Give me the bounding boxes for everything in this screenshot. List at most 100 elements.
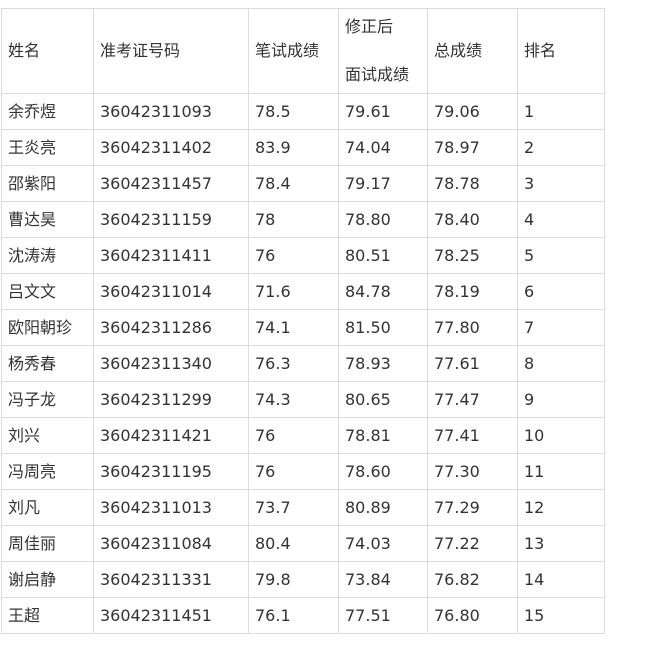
- cell-written-score: 74.1: [248, 309, 339, 346]
- cell-interview-score: 73.84: [338, 561, 428, 598]
- cell-interview-score: 80.65: [338, 381, 428, 418]
- cell-written-score: 71.6: [248, 273, 339, 310]
- cell-name: 欧阳朝珍: [1, 309, 94, 346]
- cell-written-score: 76: [248, 237, 339, 274]
- cell-total-score: 78.78: [427, 165, 518, 202]
- cell-written-score: 83.9: [248, 129, 339, 166]
- cell-interview-score: 84.78: [338, 273, 428, 310]
- cell-name: 王超: [1, 597, 94, 634]
- table-row: 周佳丽 36042311084 80.4 74.03 77.22 13: [1, 525, 605, 562]
- cell-rank: 5: [517, 237, 605, 274]
- cell-name: 王炎亮: [1, 129, 94, 166]
- table-header-row: 姓名 准考证号码 笔试成绩 修正后 面试成绩 总成绩 排名: [1, 8, 605, 94]
- cell-total-score: 77.30: [427, 453, 518, 490]
- header-total-score: 总成绩: [427, 8, 518, 94]
- cell-exam-id: 36042311195: [93, 453, 249, 490]
- cell-rank: 15: [517, 597, 605, 634]
- cell-total-score: 77.61: [427, 345, 518, 382]
- cell-written-score: 78.5: [248, 93, 339, 130]
- cell-total-score: 76.80: [427, 597, 518, 634]
- header-interview-score: 修正后 面试成绩: [338, 8, 428, 94]
- cell-written-score: 80.4: [248, 525, 339, 562]
- score-table: 姓名 准考证号码 笔试成绩 修正后 面试成绩 总成绩 排名 余乔煜 3604231…: [1, 8, 605, 634]
- cell-rank: 1: [517, 93, 605, 130]
- cell-exam-id: 36042311451: [93, 597, 249, 634]
- cell-rank: 13: [517, 525, 605, 562]
- cell-rank: 3: [517, 165, 605, 202]
- cell-name: 邵紫阳: [1, 165, 94, 202]
- cell-name: 余乔煜: [1, 93, 94, 130]
- cell-total-score: 79.06: [427, 93, 518, 130]
- cell-written-score: 73.7: [248, 489, 339, 526]
- cell-rank: 11: [517, 453, 605, 490]
- header-interview-line2: 面试成绩: [345, 65, 410, 84]
- cell-total-score: 78.19: [427, 273, 518, 310]
- cell-name: 吕文文: [1, 273, 94, 310]
- cell-name: 刘兴: [1, 417, 94, 454]
- cell-exam-id: 36042311299: [93, 381, 249, 418]
- cell-interview-score: 78.93: [338, 345, 428, 382]
- cell-name: 刘凡: [1, 489, 94, 526]
- table-row: 余乔煜 36042311093 78.5 79.61 79.06 1: [1, 93, 605, 130]
- table-row: 曹达昊 36042311159 78 78.80 78.40 4: [1, 201, 605, 238]
- table-row: 冯周亮 36042311195 76 78.60 77.30 11: [1, 453, 605, 490]
- cell-rank: 12: [517, 489, 605, 526]
- cell-interview-score: 78.80: [338, 201, 428, 238]
- cell-exam-id: 36042311411: [93, 237, 249, 274]
- cell-name: 周佳丽: [1, 525, 94, 562]
- cell-exam-id: 36042311340: [93, 345, 249, 382]
- table-row: 吕文文 36042311014 71.6 84.78 78.19 6: [1, 273, 605, 310]
- cell-interview-score: 79.17: [338, 165, 428, 202]
- cell-interview-score: 81.50: [338, 309, 428, 346]
- cell-written-score: 74.3: [248, 381, 339, 418]
- table-row: 欧阳朝珍 36042311286 74.1 81.50 77.80 7: [1, 309, 605, 346]
- cell-rank: 4: [517, 201, 605, 238]
- cell-total-score: 77.47: [427, 381, 518, 418]
- header-interview-line1: 修正后: [345, 17, 394, 36]
- cell-interview-score: 74.03: [338, 525, 428, 562]
- cell-written-score: 78.4: [248, 165, 339, 202]
- cell-exam-id: 36042311159: [93, 201, 249, 238]
- cell-exam-id: 36042311014: [93, 273, 249, 310]
- cell-interview-score: 79.61: [338, 93, 428, 130]
- cell-exam-id: 36042311457: [93, 165, 249, 202]
- cell-written-score: 79.8: [248, 561, 339, 598]
- cell-exam-id: 36042311084: [93, 525, 249, 562]
- cell-interview-score: 77.51: [338, 597, 428, 634]
- table-row: 刘兴 36042311421 76 78.81 77.41 10: [1, 417, 605, 454]
- table-row: 邵紫阳 36042311457 78.4 79.17 78.78 3: [1, 165, 605, 202]
- table-row: 王超 36042311451 76.1 77.51 76.80 15: [1, 597, 605, 634]
- cell-exam-id: 36042311402: [93, 129, 249, 166]
- cell-exam-id: 36042311331: [93, 561, 249, 598]
- table-row: 王炎亮 36042311402 83.9 74.04 78.97 2: [1, 129, 605, 166]
- table-row: 杨秀春 36042311340 76.3 78.93 77.61 8: [1, 345, 605, 382]
- cell-written-score: 76: [248, 417, 339, 454]
- cell-written-score: 76: [248, 453, 339, 490]
- cell-name: 谢启静: [1, 561, 94, 598]
- cell-rank: 6: [517, 273, 605, 310]
- header-exam-id: 准考证号码: [93, 8, 249, 94]
- cell-name: 曹达昊: [1, 201, 94, 238]
- cell-rank: 14: [517, 561, 605, 598]
- cell-rank: 9: [517, 381, 605, 418]
- header-written-score: 笔试成绩: [248, 8, 339, 94]
- cell-total-score: 77.80: [427, 309, 518, 346]
- cell-name: 冯周亮: [1, 453, 94, 490]
- cell-written-score: 76.3: [248, 345, 339, 382]
- cell-total-score: 78.25: [427, 237, 518, 274]
- table-row: 沈涛涛 36042311411 76 80.51 78.25 5: [1, 237, 605, 274]
- cell-total-score: 78.97: [427, 129, 518, 166]
- table-row: 刘凡 36042311013 73.7 80.89 77.29 12: [1, 489, 605, 526]
- header-rank: 排名: [517, 8, 605, 94]
- cell-rank: 2: [517, 129, 605, 166]
- cell-total-score: 77.29: [427, 489, 518, 526]
- cell-rank: 8: [517, 345, 605, 382]
- cell-rank: 10: [517, 417, 605, 454]
- header-name: 姓名: [1, 8, 94, 94]
- cell-written-score: 78: [248, 201, 339, 238]
- cell-total-score: 77.41: [427, 417, 518, 454]
- table-row: 谢启静 36042311331 79.8 73.84 76.82 14: [1, 561, 605, 598]
- cell-total-score: 77.22: [427, 525, 518, 562]
- cell-interview-score: 78.81: [338, 417, 428, 454]
- table-row: 冯子龙 36042311299 74.3 80.65 77.47 9: [1, 381, 605, 418]
